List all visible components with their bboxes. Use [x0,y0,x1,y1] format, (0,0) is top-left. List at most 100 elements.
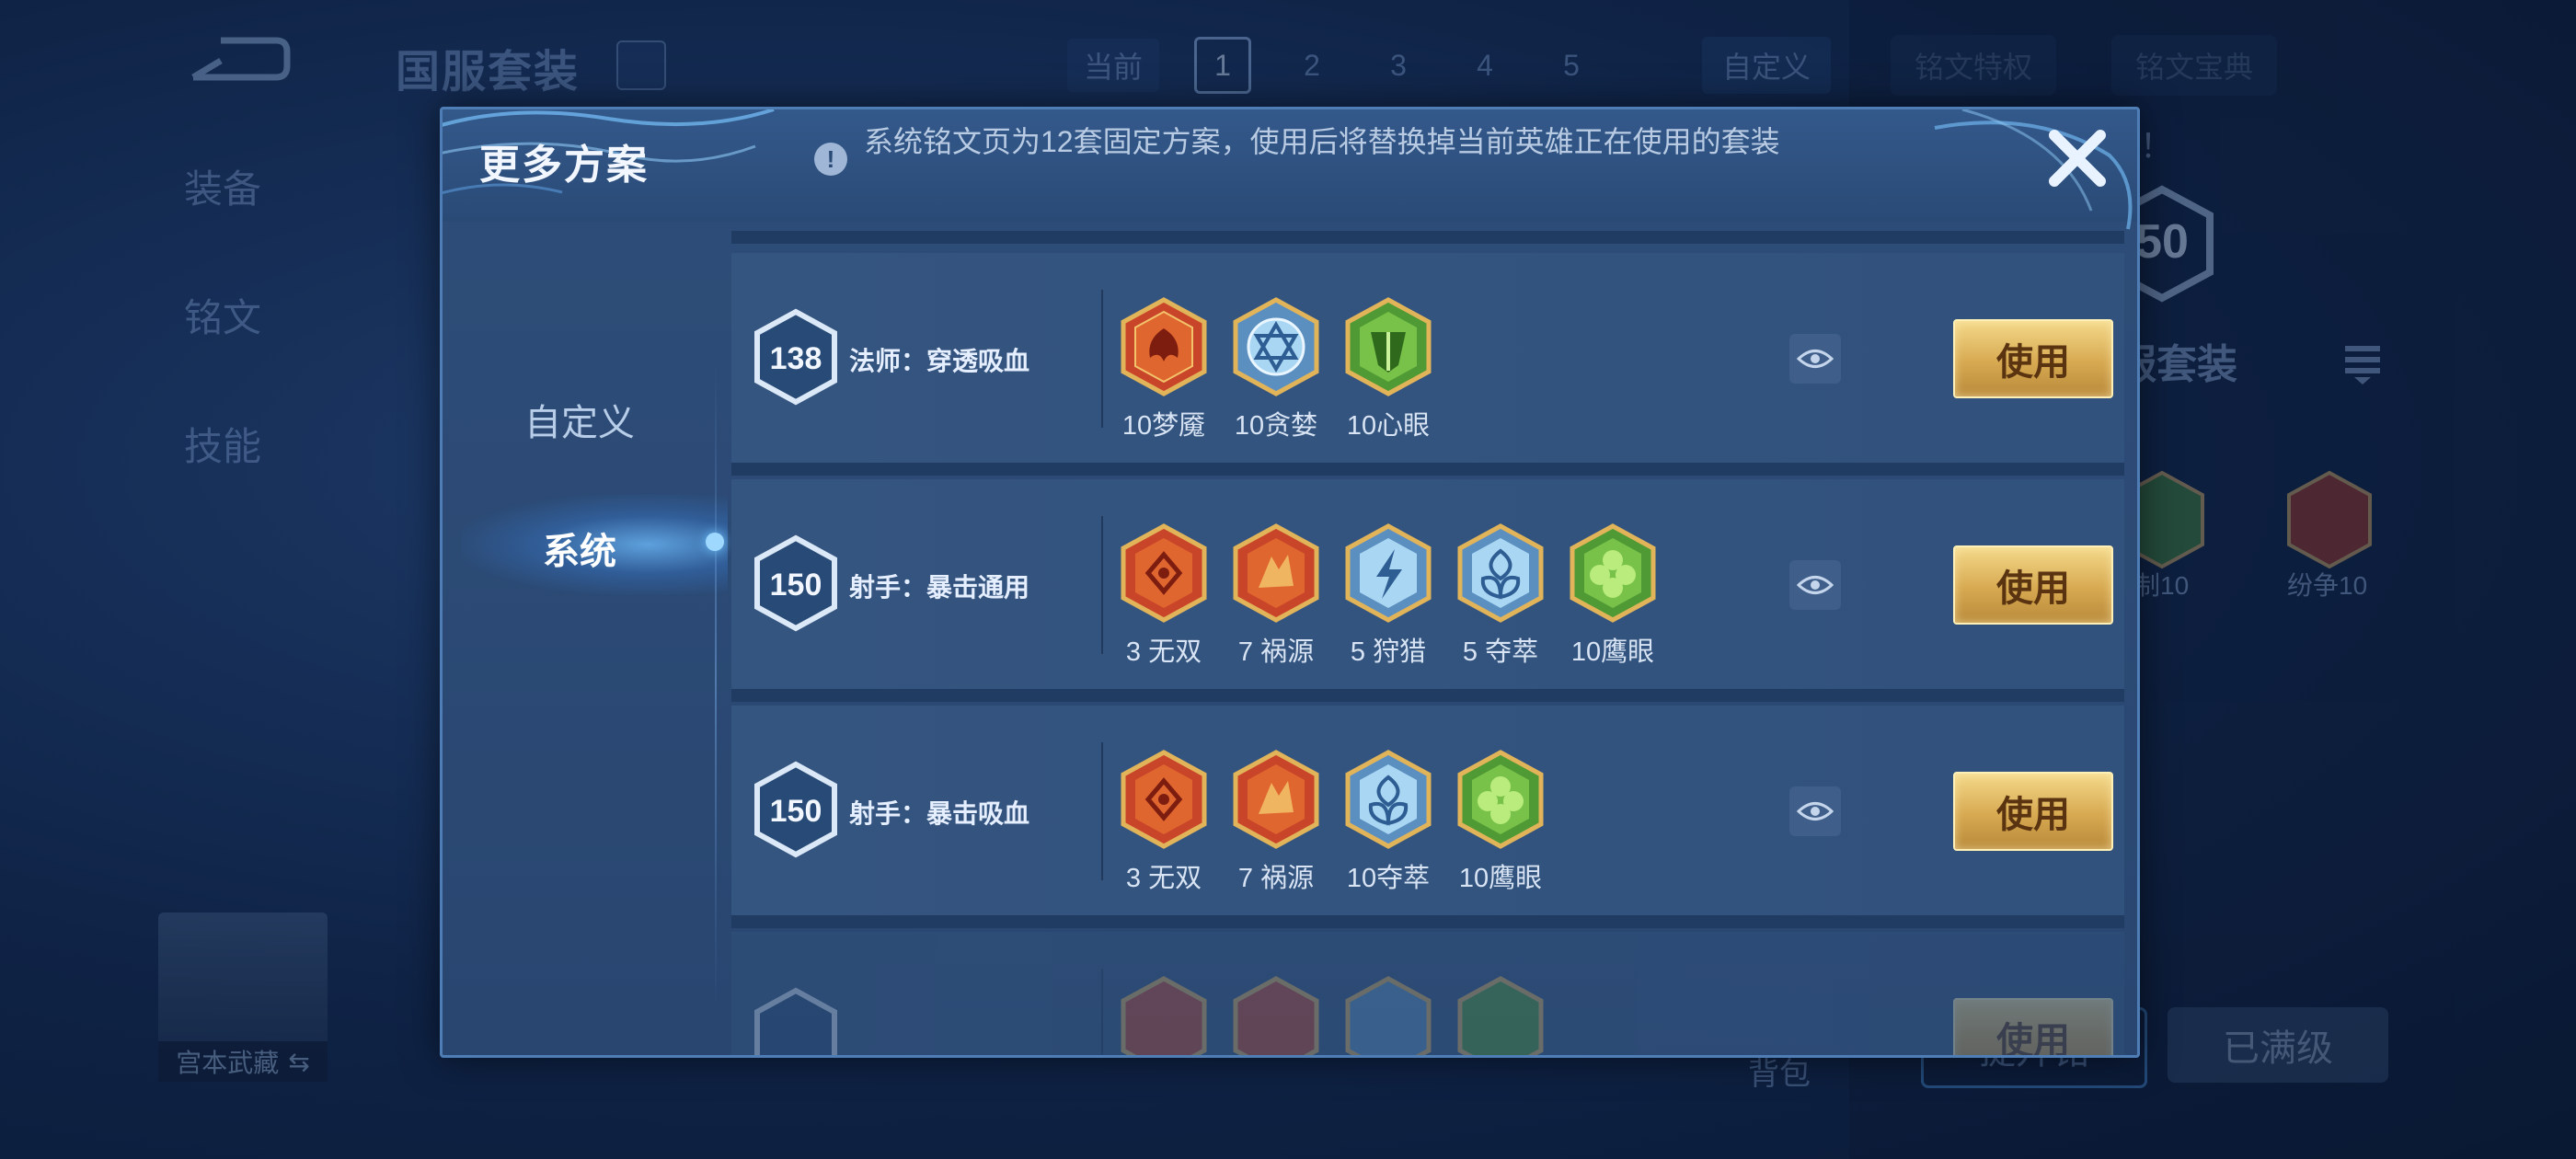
dialog-title: 更多方案 [479,143,649,188]
rune-label: 10心眼 [1346,411,1431,441]
rune-item: 10鹰眼 [1455,750,1547,895]
eye-icon [1797,802,1834,820]
row-separator [731,689,2124,702]
plan-source-nav: 自定义 系统 [443,222,728,1055]
rune-item [1230,976,1322,1055]
level-number: 150 [770,568,822,602]
rune-item: 7 祸源 [1230,523,1322,669]
close-button[interactable] [2041,122,2113,194]
custom-plan-button[interactable]: 自定义 [1702,37,1832,94]
back-arrow-icon[interactable] [184,33,294,88]
rune-label: 纷争10 [2287,571,2368,600]
hero-name-label: 宫本武藏 [176,1049,280,1077]
nav-divider [715,360,717,1004]
nav-skills[interactable]: 技能 [184,416,261,472]
rune-label: 7 祸源 [1237,637,1315,667]
tab-plan-2[interactable]: 2 [1286,40,1338,91]
close-icon [2049,130,2106,187]
rune-item: 10心眼 [1342,297,1434,442]
tab-custom[interactable]: 自定义 [443,393,717,446]
tab-plan-1[interactable]: 1 [1194,37,1252,94]
rune-icon-red [2287,470,2372,569]
rune-label: 10鹰眼 [1458,864,1543,893]
preview-button[interactable] [1789,334,1841,384]
row-divider [1101,290,1103,428]
rune-item: 5 夺萃 [1455,523,1547,669]
star-icon [1233,297,1319,396]
tab-plan-4[interactable]: 4 [1459,40,1511,91]
rune-item: 3 无双 [1118,523,1210,669]
rune-label: 7 祸源 [1237,864,1315,893]
tab-system[interactable]: 系统 [443,522,717,575]
rune-item [1118,976,1210,1055]
rune-item: 10夺萃 [1342,750,1434,895]
more-plans-dialog: 更多方案 ! 系统铭文页为12套固定方案，使用后将替换掉当前英雄正在使用的套装 … [440,107,2140,1058]
rune-item: 5 狩猎 [1342,523,1434,669]
rune-label: 制10 [2134,571,2190,600]
spiral-icon [1121,750,1207,849]
level-badge: 138 [754,308,837,406]
rune-label: 10梦魇 [1121,411,1206,441]
rune-item: 10贪婪 [1230,297,1322,442]
page-title: 国服套装 [396,48,581,97]
hand-icon [1233,523,1319,623]
rune-label: 5 夺萃 [1462,637,1539,667]
plan-row: 150 射手：暴击吸血 3 无双 7 祸源 10夺萃 10鹰眼 使用 [731,706,2124,915]
plan-name: 射手：暴击吸血 [849,799,1030,828]
plan-name: 法师：穿透吸血 [849,347,1030,375]
clover-icon [1457,750,1544,849]
rune-item: 10鹰眼 [1567,523,1659,669]
rune-label: 3 无双 [1125,864,1202,893]
swap-icon: ⇆ [288,1047,310,1076]
nav-equipment[interactable]: 装备 [184,158,261,214]
tab-plan-3[interactable]: 3 [1373,40,1424,91]
knot-icon [1345,750,1432,849]
plan-tabs: 当前 1 2 3 4 5 [1067,37,1597,94]
rune-label: 10贪婪 [1234,411,1318,441]
plan-row: 使用 [731,932,2124,1055]
rune-item: 10梦魇 [1118,297,1210,442]
tab-plan-5[interactable]: 5 [1546,40,1597,91]
plan-name: 射手：暴击通用 [849,573,1030,602]
row-separator [731,463,2124,476]
row-divider [1101,516,1103,654]
clover-icon [1570,523,1656,623]
rune-label: 10鹰眼 [1570,637,1655,667]
plan-row: 138 法师：穿透吸血 10梦魇 10贪婪 10心眼 使用 [731,253,2124,463]
knot-icon [1457,523,1544,623]
grid-icon[interactable] [616,40,666,90]
level-number: 150 [770,794,822,829]
flame-wing-icon [1121,297,1207,396]
row-divider [1101,742,1103,880]
hero-name[interactable]: 宫本武藏 ⇆ [158,1041,328,1082]
use-button[interactable]: 使用 [1953,319,2113,398]
nav-runes[interactable]: 铭文 [184,287,261,343]
level-badge [754,987,837,1055]
maxed-button[interactable]: 已满级 [2168,1007,2388,1083]
eye-icon [1797,350,1834,368]
preview-button[interactable] [1789,560,1841,610]
rune-item: 7 祸源 [1230,750,1322,895]
tab-current[interactable]: 当前 [1067,39,1160,92]
hand-icon [1233,976,1319,1055]
use-button[interactable]: 使用 [1953,998,2113,1055]
eye-icon [1797,576,1834,594]
row-separator [731,231,2124,244]
row-divider [1101,969,1103,1055]
rune-label: 3 无双 [1125,637,1202,667]
rune-item: 3 无双 [1118,750,1210,895]
spiral-icon [1121,976,1207,1055]
rune-label: 5 狩猎 [1350,637,1427,667]
preview-button[interactable] [1789,786,1841,836]
row-separator [731,915,2124,928]
level-badge: 150 [754,761,837,858]
use-button[interactable]: 使用 [1953,545,2113,625]
lightning-icon [1345,523,1432,623]
menu-icon[interactable] [2341,340,2384,386]
level-number: 50 [2135,215,2189,269]
system-plan-list[interactable]: 138 法师：穿透吸血 10梦魇 10贪婪 10心眼 使用 150 射手：暴击通… [731,222,2124,1055]
info-icon: ! [814,143,847,176]
notice-text: 系统铭文页为12套固定方案，使用后将替换掉当前英雄正在使用的套装 [864,125,1780,158]
use-button[interactable]: 使用 [1953,772,2113,851]
rune-item [1455,976,1547,1055]
